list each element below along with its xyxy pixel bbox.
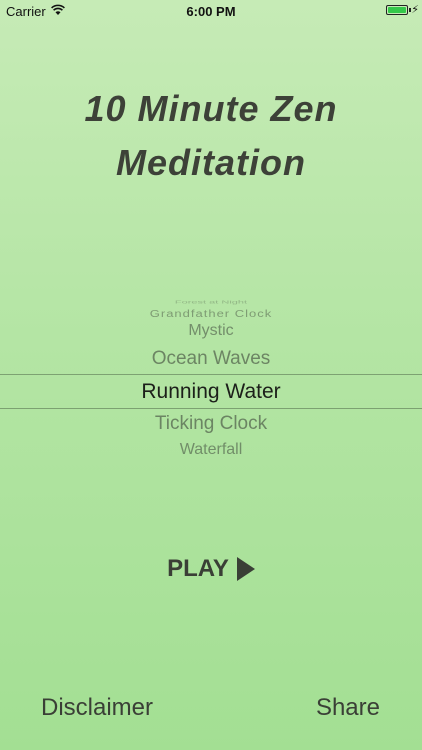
picker-selection-line-top: [0, 374, 422, 375]
play-label: PLAY: [167, 555, 229, 582]
play-triangle-icon: [236, 557, 255, 581]
share-button[interactable]: Share: [316, 694, 380, 722]
play-area: PLAY: [0, 555, 422, 583]
title-line-1: 10 Minute Zen: [84, 88, 338, 129]
picker-item[interactable]: Mystic: [0, 322, 422, 340]
picker-selection-line-bottom: [0, 408, 422, 409]
status-bar: Carrier 6:00 PM ⚡: [0, 0, 422, 22]
picker-item[interactable]: Waterfall: [0, 441, 422, 459]
page-title: 10 Minute Zen Meditation: [0, 82, 422, 190]
play-button[interactable]: PLAY: [167, 555, 255, 583]
disclaimer-button[interactable]: Disclaimer: [41, 694, 153, 722]
picker-item[interactable]: Ocean Waves: [0, 348, 422, 370]
picker-item[interactable]: Grandfather Clock: [0, 308, 422, 319]
status-time: 6:00 PM: [186, 4, 236, 19]
picker-item[interactable]: Forest at Night: [0, 299, 422, 304]
charging-bolt-icon: ⚡: [411, 4, 419, 16]
picker-item-selected[interactable]: Running Water: [0, 380, 422, 404]
picker-item[interactable]: Ticking Clock: [0, 413, 422, 435]
sound-picker[interactable]: Forest at Night Grandfather Clock Mystic…: [0, 296, 422, 466]
title-line-2: Meditation: [116, 142, 306, 183]
battery-icon: [386, 5, 408, 15]
